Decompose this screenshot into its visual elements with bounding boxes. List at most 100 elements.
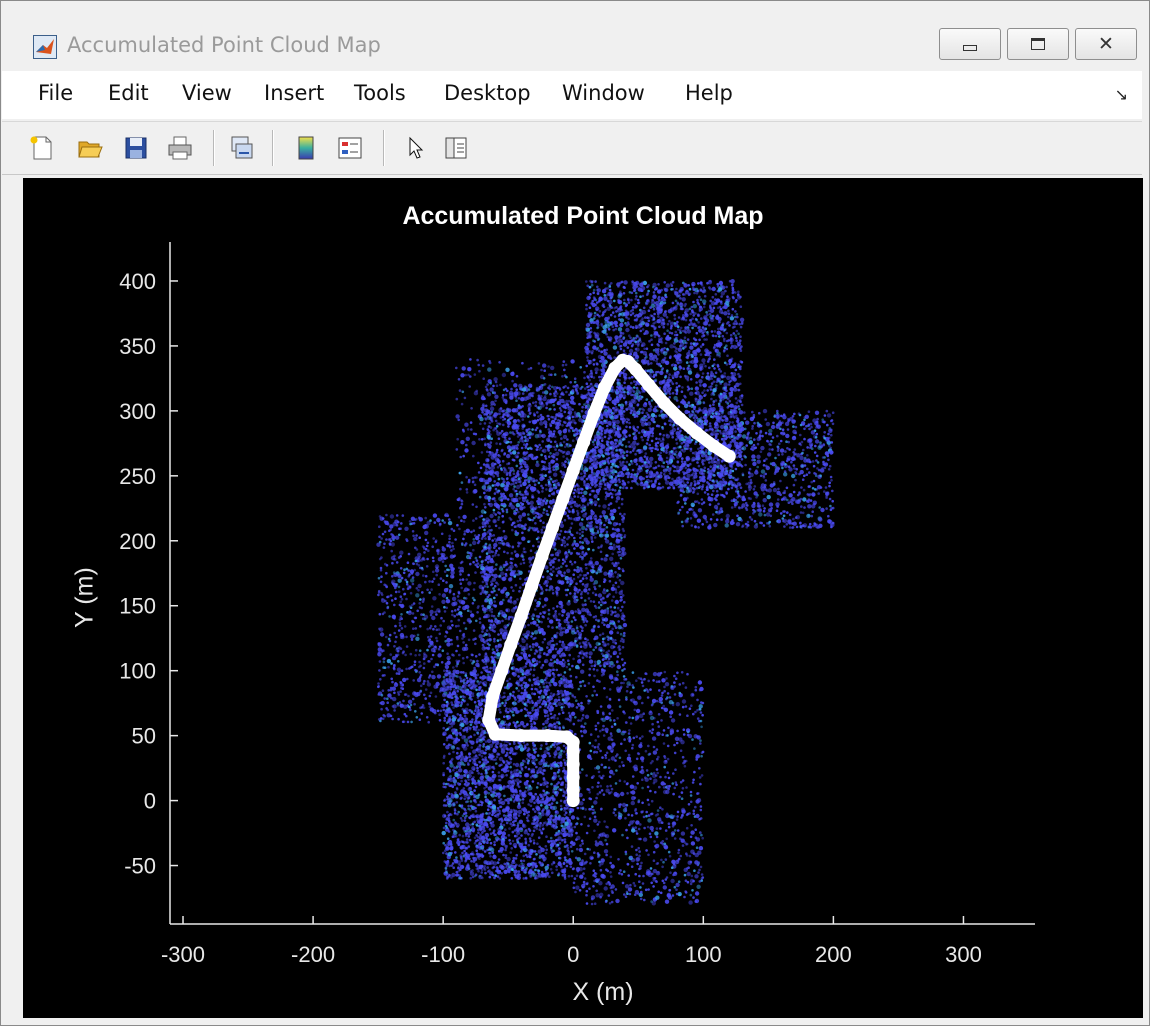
open-file-icon[interactable] — [76, 134, 104, 162]
cloud-point — [557, 537, 561, 540]
cloud-point — [520, 834, 523, 837]
cloud-point — [568, 813, 572, 816]
link-plot-icon[interactable] — [228, 134, 256, 162]
cloud-point — [542, 777, 546, 780]
cloud-point — [581, 615, 584, 619]
cloud-point — [509, 851, 512, 854]
cloud-point — [621, 527, 625, 531]
cloud-point — [587, 455, 592, 460]
cloud-point — [465, 838, 469, 841]
edit-plot-pointer-icon[interactable] — [402, 134, 430, 162]
cloud-point — [460, 751, 463, 754]
cloud-point — [467, 796, 471, 800]
cloud-point — [600, 528, 605, 533]
cloud-point — [589, 501, 592, 505]
cloud-point — [526, 711, 530, 714]
cloud-point — [541, 727, 545, 730]
property-inspector-icon[interactable] — [442, 134, 470, 162]
cloud-point — [614, 591, 618, 594]
cloud-point — [509, 692, 512, 696]
cloud-point — [544, 851, 548, 855]
cloud-point — [507, 682, 511, 685]
maximize-button[interactable] — [1007, 28, 1069, 60]
cloud-point — [532, 674, 535, 677]
cloud-point — [463, 774, 467, 778]
cloud-point — [497, 614, 500, 618]
new-figure-icon[interactable] — [28, 134, 56, 162]
cloud-point — [493, 492, 497, 495]
cloud-point — [510, 847, 513, 850]
cloud-point — [484, 443, 487, 447]
cloud-point — [561, 538, 565, 542]
cloud-point — [447, 803, 452, 808]
cloud-point — [547, 700, 550, 703]
cloud-point — [559, 630, 563, 633]
cloud-point — [609, 605, 613, 609]
cloud-point — [574, 618, 577, 622]
colorbar-icon[interactable] — [292, 134, 320, 162]
cloud-point — [566, 806, 569, 810]
cloud-point — [523, 676, 527, 679]
cloud-point — [618, 523, 622, 526]
print-icon[interactable] — [166, 134, 194, 162]
cloud-point — [463, 816, 467, 819]
cloud-point — [507, 814, 510, 817]
menu-help[interactable]: Help — [685, 81, 733, 105]
cloud-point — [478, 760, 481, 764]
save-icon[interactable] — [122, 134, 150, 162]
cloud-point — [497, 643, 502, 648]
cloud-point — [546, 695, 550, 699]
cloud-point — [511, 795, 515, 799]
menu-edit[interactable]: Edit — [108, 81, 149, 105]
cloud-point — [489, 754, 494, 759]
cloud-point — [541, 809, 544, 813]
close-button[interactable]: ✕ — [1075, 28, 1137, 60]
cloud-point — [473, 733, 476, 737]
cloud-point — [564, 530, 567, 534]
cloud-point — [601, 621, 604, 624]
cloud-point — [489, 855, 492, 858]
cloud-point — [576, 598, 579, 602]
cloud-point — [578, 528, 582, 531]
cloud-point — [527, 814, 530, 817]
menu-file[interactable]: File — [38, 81, 73, 105]
cloud-point — [553, 725, 557, 729]
cloud-point — [563, 800, 566, 804]
cloud-point — [591, 540, 594, 543]
cloud-point — [467, 804, 470, 808]
cloud-point — [528, 678, 531, 681]
figure-canvas[interactable]: -300 -200 -100 0 100 200 300 -50 0 50 100 150 200 250… — [23, 178, 1143, 1018]
cloud-point — [589, 613, 592, 617]
cloud-point — [543, 651, 546, 655]
menu-view[interactable]: View — [182, 81, 232, 105]
cloud-point — [565, 816, 568, 819]
cloud-point — [563, 701, 567, 705]
cloud-point — [480, 772, 483, 776]
cloud-point — [555, 704, 558, 707]
menu-window[interactable]: Window — [562, 81, 645, 105]
cloud-point — [443, 798, 447, 801]
menu-desktop[interactable]: Desktop — [444, 81, 531, 105]
cloud-point — [480, 871, 484, 874]
cloud-point — [529, 798, 534, 803]
cloud-point — [514, 396, 518, 399]
cloud-point — [598, 487, 601, 491]
cloud-point — [483, 487, 486, 491]
cloud-point — [553, 716, 556, 720]
title-bar[interactable]: Accumulated Point Cloud Map ✕ — [1, 1, 1149, 69]
cloud-point — [484, 765, 487, 769]
cloud-point — [503, 686, 507, 689]
menu-tools[interactable]: Tools — [354, 81, 406, 105]
legend-icon[interactable] — [336, 134, 364, 162]
cloud-point — [557, 781, 560, 784]
cloud-point — [621, 443, 624, 447]
menu-insert[interactable]: Insert — [264, 81, 324, 105]
cloud-point — [479, 676, 482, 679]
cloud-point — [554, 417, 557, 421]
cloud-point — [485, 761, 488, 765]
cloud-point — [551, 668, 555, 671]
minimize-button[interactable] — [939, 28, 1001, 60]
cloud-point — [554, 810, 559, 815]
dock-arrow-icon[interactable]: ↘ — [1115, 85, 1128, 104]
cloud-point — [535, 615, 539, 618]
